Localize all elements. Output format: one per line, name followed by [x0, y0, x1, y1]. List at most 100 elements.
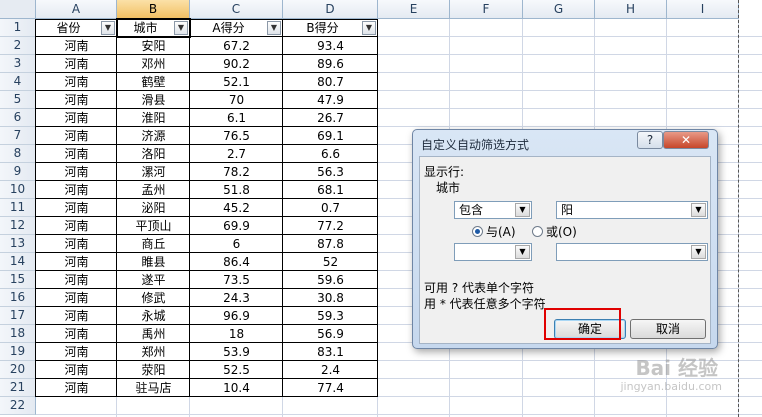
table-cell[interactable]: 河南	[36, 343, 117, 361]
or-radio-label[interactable]: 或(O)	[546, 223, 577, 240]
table-cell[interactable]: 河南	[36, 379, 117, 397]
table-cell[interactable]: 68.1	[283, 181, 378, 199]
table-cell[interactable]: 修武	[117, 289, 190, 307]
row-header-4[interactable]: 4	[0, 73, 36, 91]
table-cell[interactable]: 6	[190, 235, 283, 253]
table-cell[interactable]: 河南	[36, 289, 117, 307]
table-cell[interactable]: 45.2	[190, 199, 283, 217]
table-cell[interactable]: 83.1	[283, 343, 378, 361]
table-cell[interactable]: 河南	[36, 127, 117, 145]
table-cell[interactable]: 78.2	[190, 163, 283, 181]
table-cell[interactable]: 商丘	[117, 235, 190, 253]
table-cell[interactable]: 89.6	[283, 55, 378, 73]
row-header-7[interactable]: 7	[0, 127, 36, 145]
and-radio-label[interactable]: 与(A)	[486, 223, 516, 240]
and-radio[interactable]	[472, 226, 483, 237]
row-header-21[interactable]: 21	[0, 379, 36, 397]
table-cell[interactable]: 90.2	[190, 55, 283, 73]
condition2-value-combo[interactable]: ▼	[556, 243, 708, 261]
table-cell[interactable]: 洛阳	[117, 145, 190, 163]
column-header-g[interactable]: G	[523, 0, 595, 19]
condition2-operator-select[interactable]: ▼	[454, 243, 532, 261]
filter-button-icon[interactable]: ▼	[362, 21, 376, 35]
table-cell[interactable]: 86.4	[190, 253, 283, 271]
row-header-17[interactable]: 17	[0, 307, 36, 325]
dropdown-arrow-icon[interactable]: ▼	[515, 245, 530, 259]
table-cell[interactable]: 漯河	[117, 163, 190, 181]
row-header-13[interactable]: 13	[0, 235, 36, 253]
column-header-e[interactable]: E	[378, 0, 450, 19]
row-header-12[interactable]: 12	[0, 217, 36, 235]
table-cell[interactable]: 永城	[117, 307, 190, 325]
table-cell[interactable]: 77.2	[283, 217, 378, 235]
table-cell[interactable]: 76.5	[190, 127, 283, 145]
table-cell[interactable]: 河南	[36, 307, 117, 325]
table-cell[interactable]: 18	[190, 325, 283, 343]
table-cell[interactable]: 河南	[36, 361, 117, 379]
condition1-value-combo[interactable]: 阳 ▼	[556, 201, 708, 219]
table-cell[interactable]: 0.7	[283, 199, 378, 217]
table-cell[interactable]: 56.9	[283, 325, 378, 343]
table-cell[interactable]: 河南	[36, 145, 117, 163]
table-cell[interactable]: 59.3	[283, 307, 378, 325]
table-cell[interactable]: 70	[190, 91, 283, 109]
column-header-h[interactable]: H	[595, 0, 667, 19]
dropdown-arrow-icon[interactable]: ▼	[691, 245, 706, 259]
table-cell[interactable]: 河南	[36, 271, 117, 289]
table-cell[interactable]: 30.8	[283, 289, 378, 307]
dialog-titlebar[interactable]: 自定义自动筛选方式 ? ✕	[413, 130, 717, 156]
dropdown-arrow-icon[interactable]: ▼	[515, 203, 530, 217]
row-header-19[interactable]: 19	[0, 343, 36, 361]
table-cell[interactable]: 51.8	[190, 181, 283, 199]
table-cell[interactable]: 淮阳	[117, 109, 190, 127]
table-cell[interactable]: 59.6	[283, 271, 378, 289]
row-header-6[interactable]: 6	[0, 109, 36, 127]
table-cell[interactable]: 87.8	[283, 235, 378, 253]
row-header-14[interactable]: 14	[0, 253, 36, 271]
table-cell[interactable]: 2.7	[190, 145, 283, 163]
table-header-cell[interactable]: B得分	[283, 19, 362, 37]
dropdown-arrow-icon[interactable]: ▼	[691, 203, 706, 217]
table-cell[interactable]: 河南	[36, 235, 117, 253]
table-cell[interactable]: 禹州	[117, 325, 190, 343]
table-cell[interactable]: 52.1	[190, 73, 283, 91]
table-cell[interactable]: 河南	[36, 181, 117, 199]
table-header-cell[interactable]: 省份	[36, 19, 101, 37]
table-cell[interactable]: 河南	[36, 91, 117, 109]
table-cell[interactable]: 驻马店	[117, 379, 190, 397]
table-cell[interactable]: 河南	[36, 325, 117, 343]
table-cell[interactable]: 河南	[36, 163, 117, 181]
table-cell[interactable]: 67.2	[190, 37, 283, 55]
row-header-20[interactable]: 20	[0, 361, 36, 379]
table-cell[interactable]: 6.6	[283, 145, 378, 163]
row-header-10[interactable]: 10	[0, 181, 36, 199]
table-cell[interactable]: 鹤壁	[117, 73, 190, 91]
condition1-operator-select[interactable]: 包含 ▼	[454, 201, 532, 219]
table-header-cell[interactable]: A得分	[190, 19, 267, 37]
table-cell[interactable]: 河南	[36, 55, 117, 73]
table-cell[interactable]: 69.9	[190, 217, 283, 235]
table-cell[interactable]: 河南	[36, 253, 117, 271]
table-cell[interactable]: 泌阳	[117, 199, 190, 217]
row-header-16[interactable]: 16	[0, 289, 36, 307]
table-cell[interactable]: 73.5	[190, 271, 283, 289]
table-cell[interactable]: 6.1	[190, 109, 283, 127]
table-cell[interactable]: 47.9	[283, 91, 378, 109]
table-cell[interactable]: 26.7	[283, 109, 378, 127]
column-header-b[interactable]: B	[117, 0, 190, 19]
table-cell[interactable]: 77.4	[283, 379, 378, 397]
row-header-22[interactable]: 22	[0, 397, 36, 415]
table-cell[interactable]: 80.7	[283, 73, 378, 91]
table-cell[interactable]: 邓州	[117, 55, 190, 73]
row-header-8[interactable]: 8	[0, 145, 36, 163]
or-radio[interactable]	[532, 226, 543, 237]
table-cell[interactable]: 2.4	[283, 361, 378, 379]
table-cell[interactable]: 郑州	[117, 343, 190, 361]
table-cell[interactable]: 荥阳	[117, 361, 190, 379]
row-header-18[interactable]: 18	[0, 325, 36, 343]
select-all-corner[interactable]	[0, 0, 36, 19]
table-cell[interactable]: 河南	[36, 37, 117, 55]
column-header-d[interactable]: D	[283, 0, 378, 19]
table-cell[interactable]: 69.1	[283, 127, 378, 145]
column-header-i[interactable]: I	[667, 0, 739, 19]
